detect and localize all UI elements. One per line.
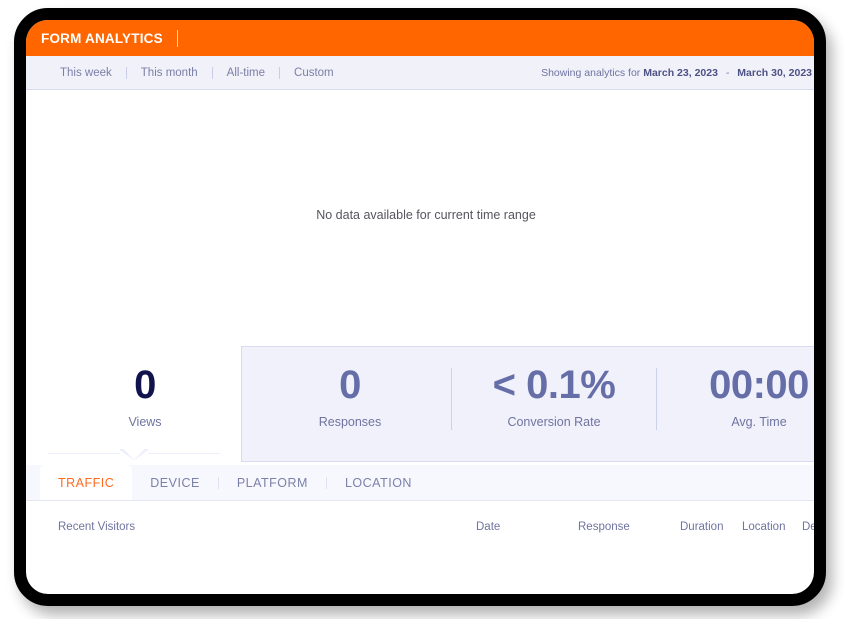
tab-location[interactable]: LOCATION	[327, 465, 430, 500]
empty-state-message: No data available for current time range	[316, 208, 536, 222]
app-titlebar: FORM ANALYTICS	[26, 20, 814, 56]
tab-device-label: DEVICE	[150, 475, 200, 490]
stats-divider	[656, 368, 657, 430]
showing-analytics-range: Showing analytics for March 23, 2023 - M…	[541, 67, 812, 79]
column-header-location[interactable]: Location	[742, 521, 785, 533]
stat-card-avg-time[interactable]: 00:00 Avg. Time	[659, 362, 814, 429]
column-header-duration[interactable]: Duration	[680, 521, 723, 533]
stat-label-avg-time: Avg. Time	[731, 415, 787, 429]
column-header-date[interactable]: Date	[476, 521, 500, 533]
stat-label-responses: Responses	[318, 415, 382, 429]
recent-visitors-title: Recent Visitors	[58, 521, 136, 533]
column-header-response[interactable]: Response	[578, 521, 630, 533]
tab-platform-label: PLATFORM	[236, 475, 308, 490]
stat-value-conversion-rate: < 0.1%	[492, 363, 616, 407]
range-start-date: March 23, 2023	[643, 66, 718, 79]
stat-value-responses: 0	[339, 363, 361, 407]
stat-card-views[interactable]: 0 Views	[45, 362, 245, 429]
showing-prefix: Showing analytics for	[541, 66, 641, 79]
chart-area: No data available for current time range	[26, 90, 814, 340]
indicator-line-right	[148, 453, 220, 454]
tab-traffic[interactable]: TRAFFIC	[40, 465, 133, 500]
analytics-tabbar: TRAFFIC DEVICE PLATFORM LOCATION	[26, 465, 814, 501]
titlebar-divider	[176, 29, 178, 47]
range-tab-this-month[interactable]: This month	[127, 67, 212, 79]
stat-label-views: Views	[128, 415, 162, 429]
app-title: FORM ANALYTICS	[41, 30, 163, 46]
range-end-date: March 30, 2023	[737, 66, 812, 79]
column-header-device[interactable]: Device	[802, 521, 814, 533]
range-tab-this-week[interactable]: This week	[46, 67, 126, 79]
app-screen: FORM ANALYTICS This week This month All-…	[26, 20, 814, 594]
tab-device[interactable]: DEVICE	[132, 465, 218, 500]
chevron-down-icon	[120, 449, 148, 460]
tab-traffic-label: TRAFFIC	[58, 475, 115, 490]
stats-row: 0 Views 0 Responses < 0.1% Conversion Ra…	[26, 340, 814, 465]
visitors-table-header: Recent Visitors Date Response Duration L…	[26, 501, 814, 559]
stats-divider	[451, 368, 452, 430]
tab-location-label: LOCATION	[344, 475, 412, 490]
stat-value-views: 0	[134, 363, 156, 407]
range-tab-custom[interactable]: Custom	[280, 67, 348, 79]
range-date-separator: -	[725, 66, 730, 79]
tab-platform[interactable]: PLATFORM	[219, 465, 326, 500]
date-range-filter-bar: This week This month All-time Custom Sho…	[26, 56, 814, 90]
indicator-line-left	[48, 453, 120, 454]
stat-value-avg-time: 00:00	[709, 363, 809, 407]
stat-label-conversion-rate: Conversion Rate	[507, 415, 601, 429]
stat-card-responses[interactable]: 0 Responses	[250, 362, 450, 429]
date-range-tabs: This week This month All-time Custom	[46, 66, 348, 79]
stat-card-conversion-rate[interactable]: < 0.1% Conversion Rate	[454, 362, 654, 429]
range-tab-all-time[interactable]: All-time	[213, 67, 279, 79]
views-selected-indicator	[48, 449, 220, 465]
device-frame: FORM ANALYTICS This week This month All-…	[14, 8, 826, 606]
